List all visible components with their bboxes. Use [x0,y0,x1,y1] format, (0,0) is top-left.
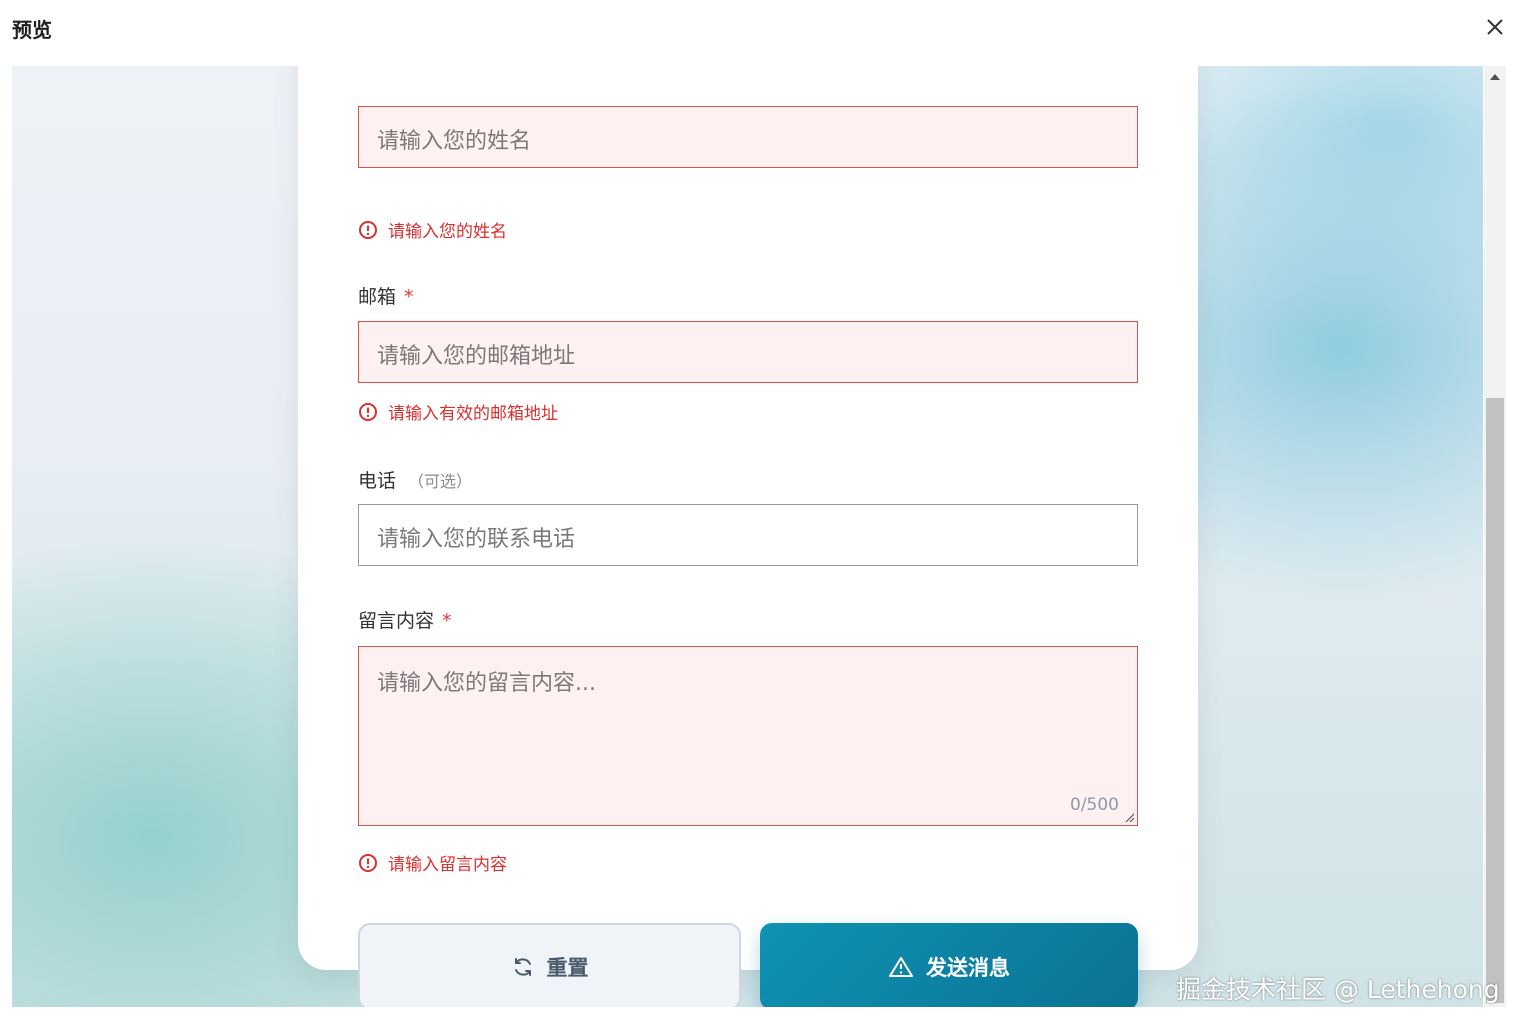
resize-handle-icon[interactable] [1123,811,1135,823]
scroll-thumb[interactable] [1486,398,1504,1003]
refresh-icon [514,957,531,976]
warning-triangle-icon [889,956,913,977]
message-label-text: 留言内容 [358,610,435,632]
name-error: 请输入您的姓名 [358,217,507,242]
vertical-scrollbar[interactable] [1484,66,1506,1007]
email-placeholder: 请输入您的邮箱地址 [377,344,576,369]
dialog-title: 预览 [12,18,52,42]
alert-circle-icon [359,853,377,872]
name-error-text: 请输入您的姓名 [388,222,507,242]
phone-label: 电话 （可选） [358,466,472,493]
message-placeholder: 请输入您的留言内容... [377,671,596,696]
send-label: 发送消息 [926,955,1010,980]
close-icon[interactable] [1484,16,1506,38]
email-required-mark: * [404,286,414,308]
phone-placeholder: 请输入您的联系电话 [377,527,576,552]
alert-circle-icon [359,220,377,239]
message-error-text: 请输入留言内容 [388,855,507,875]
preview-canvas: 请输入您的姓名 请输入您的姓名 邮箱 * 请输入您的邮箱地址 请输入有效的邮箱地址… [12,66,1483,1007]
send-button[interactable]: 发送消息 [760,923,1138,1007]
message-error: 请输入留言内容 [358,850,507,875]
email-input[interactable]: 请输入您的邮箱地址 [358,321,1138,383]
email-label-text: 邮箱 [358,286,397,308]
contact-form-card: 请输入您的姓名 请输入您的姓名 邮箱 * 请输入您的邮箱地址 请输入有效的邮箱地址… [298,66,1198,1007]
message-counter: 0/500 [1070,795,1119,815]
email-error-text: 请输入有效的邮箱地址 [388,404,558,424]
message-textarea[interactable]: 请输入您的留言内容... 0/500 [358,646,1138,826]
phone-label-text: 电话 [358,470,397,492]
watermark: 掘金技术社区 @ Lethehong [1176,975,1500,1004]
name-input[interactable]: 请输入您的姓名 [358,106,1138,168]
name-placeholder: 请输入您的姓名 [377,129,532,154]
alert-circle-icon [359,402,377,421]
message-label: 留言内容 * [358,606,452,633]
scroll-up-arrow-icon[interactable] [1490,74,1500,80]
reset-label: 重置 [546,955,589,980]
email-label: 邮箱 * [358,282,414,309]
message-required-mark: * [442,610,452,632]
phone-optional-note: （可选） [408,472,473,491]
email-error: 请输入有效的邮箱地址 [358,399,558,424]
phone-input[interactable]: 请输入您的联系电话 [358,504,1138,566]
reset-button[interactable]: 重置 [358,923,741,1007]
dialog-header: 预览 [0,0,1518,58]
